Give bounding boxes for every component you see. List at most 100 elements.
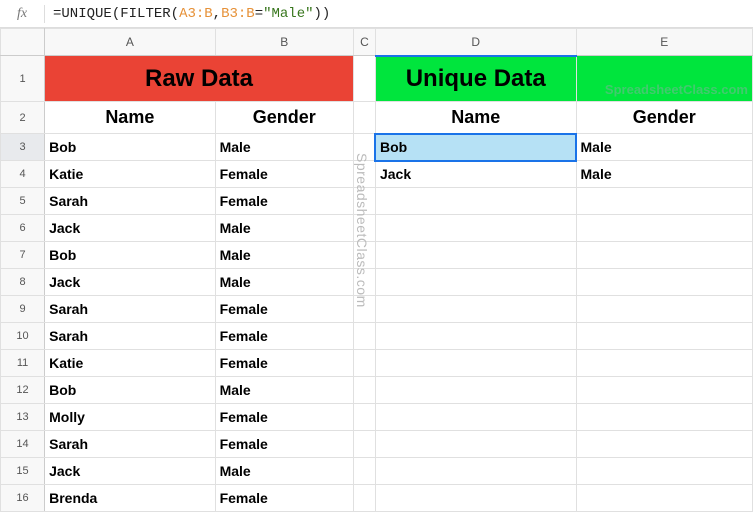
cell[interactable] xyxy=(353,377,375,404)
cell[interactable]: Female xyxy=(215,404,353,431)
cell[interactable]: Brenda xyxy=(45,485,215,512)
cell[interactable]: Female xyxy=(215,431,353,458)
cell[interactable]: Jack xyxy=(375,161,576,188)
cell[interactable]: Male xyxy=(215,269,353,296)
cell[interactable] xyxy=(375,188,576,215)
cell[interactable]: Bob xyxy=(45,242,215,269)
row-header[interactable]: 1 xyxy=(1,56,45,102)
cell[interactable] xyxy=(353,161,375,188)
cell[interactable] xyxy=(375,404,576,431)
cell[interactable] xyxy=(375,296,576,323)
row-header[interactable]: 11 xyxy=(1,350,45,377)
row-header[interactable]: 4 xyxy=(1,161,45,188)
cell[interactable] xyxy=(576,269,753,296)
formula-input[interactable]: =UNIQUE(FILTER(A3:B,B3:B="Male")) xyxy=(45,0,753,27)
cell[interactable] xyxy=(353,323,375,350)
cell[interactable]: Sarah xyxy=(45,323,215,350)
cell[interactable] xyxy=(375,377,576,404)
cell[interactable] xyxy=(375,431,576,458)
cell[interactable] xyxy=(576,377,753,404)
cell[interactable]: Bob xyxy=(45,377,215,404)
cell[interactable] xyxy=(576,458,753,485)
cell[interactable] xyxy=(375,215,576,242)
row-header[interactable]: 2 xyxy=(1,102,45,134)
cell[interactable]: Male xyxy=(215,377,353,404)
cell[interactable]: Male xyxy=(215,458,353,485)
cell[interactable]: Male xyxy=(215,242,353,269)
cell[interactable] xyxy=(375,242,576,269)
row-header[interactable]: 14 xyxy=(1,431,45,458)
col-header[interactable]: D xyxy=(375,29,576,56)
cell[interactable]: Male xyxy=(576,134,753,161)
cell[interactable]: Male xyxy=(215,134,353,161)
spreadsheet-grid[interactable]: A B C D E 1 Raw Data Unique Data Spreads… xyxy=(0,28,753,512)
cell[interactable] xyxy=(353,458,375,485)
col-header[interactable]: C xyxy=(353,29,375,56)
select-all-corner[interactable] xyxy=(1,29,45,56)
cell[interactable]: Molly xyxy=(45,404,215,431)
cell[interactable] xyxy=(353,242,375,269)
active-cell[interactable]: Bob xyxy=(375,134,576,161)
cell[interactable] xyxy=(353,350,375,377)
cell[interactable]: Female xyxy=(215,188,353,215)
row-header[interactable]: 6 xyxy=(1,215,45,242)
row-header[interactable]: 8 xyxy=(1,269,45,296)
cell[interactable]: Bob xyxy=(45,134,215,161)
cell[interactable] xyxy=(375,485,576,512)
cell[interactable]: Female xyxy=(215,350,353,377)
cell[interactable]: Male xyxy=(576,161,753,188)
cell[interactable]: Female xyxy=(215,485,353,512)
cell[interactable] xyxy=(353,188,375,215)
cell[interactable] xyxy=(353,134,375,161)
cell[interactable] xyxy=(375,458,576,485)
header-name[interactable]: Name xyxy=(375,102,576,134)
cell[interactable] xyxy=(353,485,375,512)
cell[interactable] xyxy=(353,269,375,296)
col-header[interactable]: E xyxy=(576,29,753,56)
cell[interactable]: Female xyxy=(215,323,353,350)
cell[interactable] xyxy=(576,485,753,512)
cell[interactable] xyxy=(576,296,753,323)
row-header[interactable]: 10 xyxy=(1,323,45,350)
row-header[interactable]: 5 xyxy=(1,188,45,215)
cell[interactable] xyxy=(576,404,753,431)
cell[interactable]: Katie xyxy=(45,161,215,188)
cell[interactable] xyxy=(375,269,576,296)
row-header[interactable]: 9 xyxy=(1,296,45,323)
cell[interactable] xyxy=(375,323,576,350)
cell[interactable]: Female xyxy=(215,161,353,188)
cell[interactable] xyxy=(375,350,576,377)
cell[interactable] xyxy=(576,188,753,215)
col-header[interactable]: A xyxy=(45,29,215,56)
cell[interactable] xyxy=(353,404,375,431)
cell[interactable]: Jack xyxy=(45,458,215,485)
cell[interactable]: SpreadsheetClass.com xyxy=(576,56,753,102)
row-header[interactable]: 15 xyxy=(1,458,45,485)
cell[interactable] xyxy=(576,350,753,377)
cell[interactable]: Male xyxy=(215,215,353,242)
cell[interactable]: Sarah xyxy=(45,431,215,458)
cell[interactable] xyxy=(576,242,753,269)
header-name[interactable]: Name xyxy=(45,102,215,134)
cell[interactable] xyxy=(353,215,375,242)
row-header[interactable]: 3 xyxy=(1,134,45,161)
cell[interactable] xyxy=(576,431,753,458)
cell[interactable] xyxy=(576,215,753,242)
cell[interactable]: Katie xyxy=(45,350,215,377)
unique-data-title[interactable]: Unique Data xyxy=(375,56,576,102)
col-header[interactable]: B xyxy=(215,29,353,56)
cell[interactable]: Female xyxy=(215,296,353,323)
cell[interactable]: Sarah xyxy=(45,188,215,215)
cell[interactable] xyxy=(353,102,375,134)
cell[interactable]: Jack xyxy=(45,215,215,242)
cell[interactable]: Jack xyxy=(45,269,215,296)
raw-data-title[interactable]: Raw Data xyxy=(45,56,354,102)
row-header[interactable]: 16 xyxy=(1,485,45,512)
row-header[interactable]: 13 xyxy=(1,404,45,431)
header-gender[interactable]: Gender xyxy=(215,102,353,134)
cell[interactable] xyxy=(353,431,375,458)
cell[interactable] xyxy=(353,296,375,323)
row-header[interactable]: 12 xyxy=(1,377,45,404)
cell[interactable] xyxy=(353,56,375,102)
cell[interactable] xyxy=(576,323,753,350)
